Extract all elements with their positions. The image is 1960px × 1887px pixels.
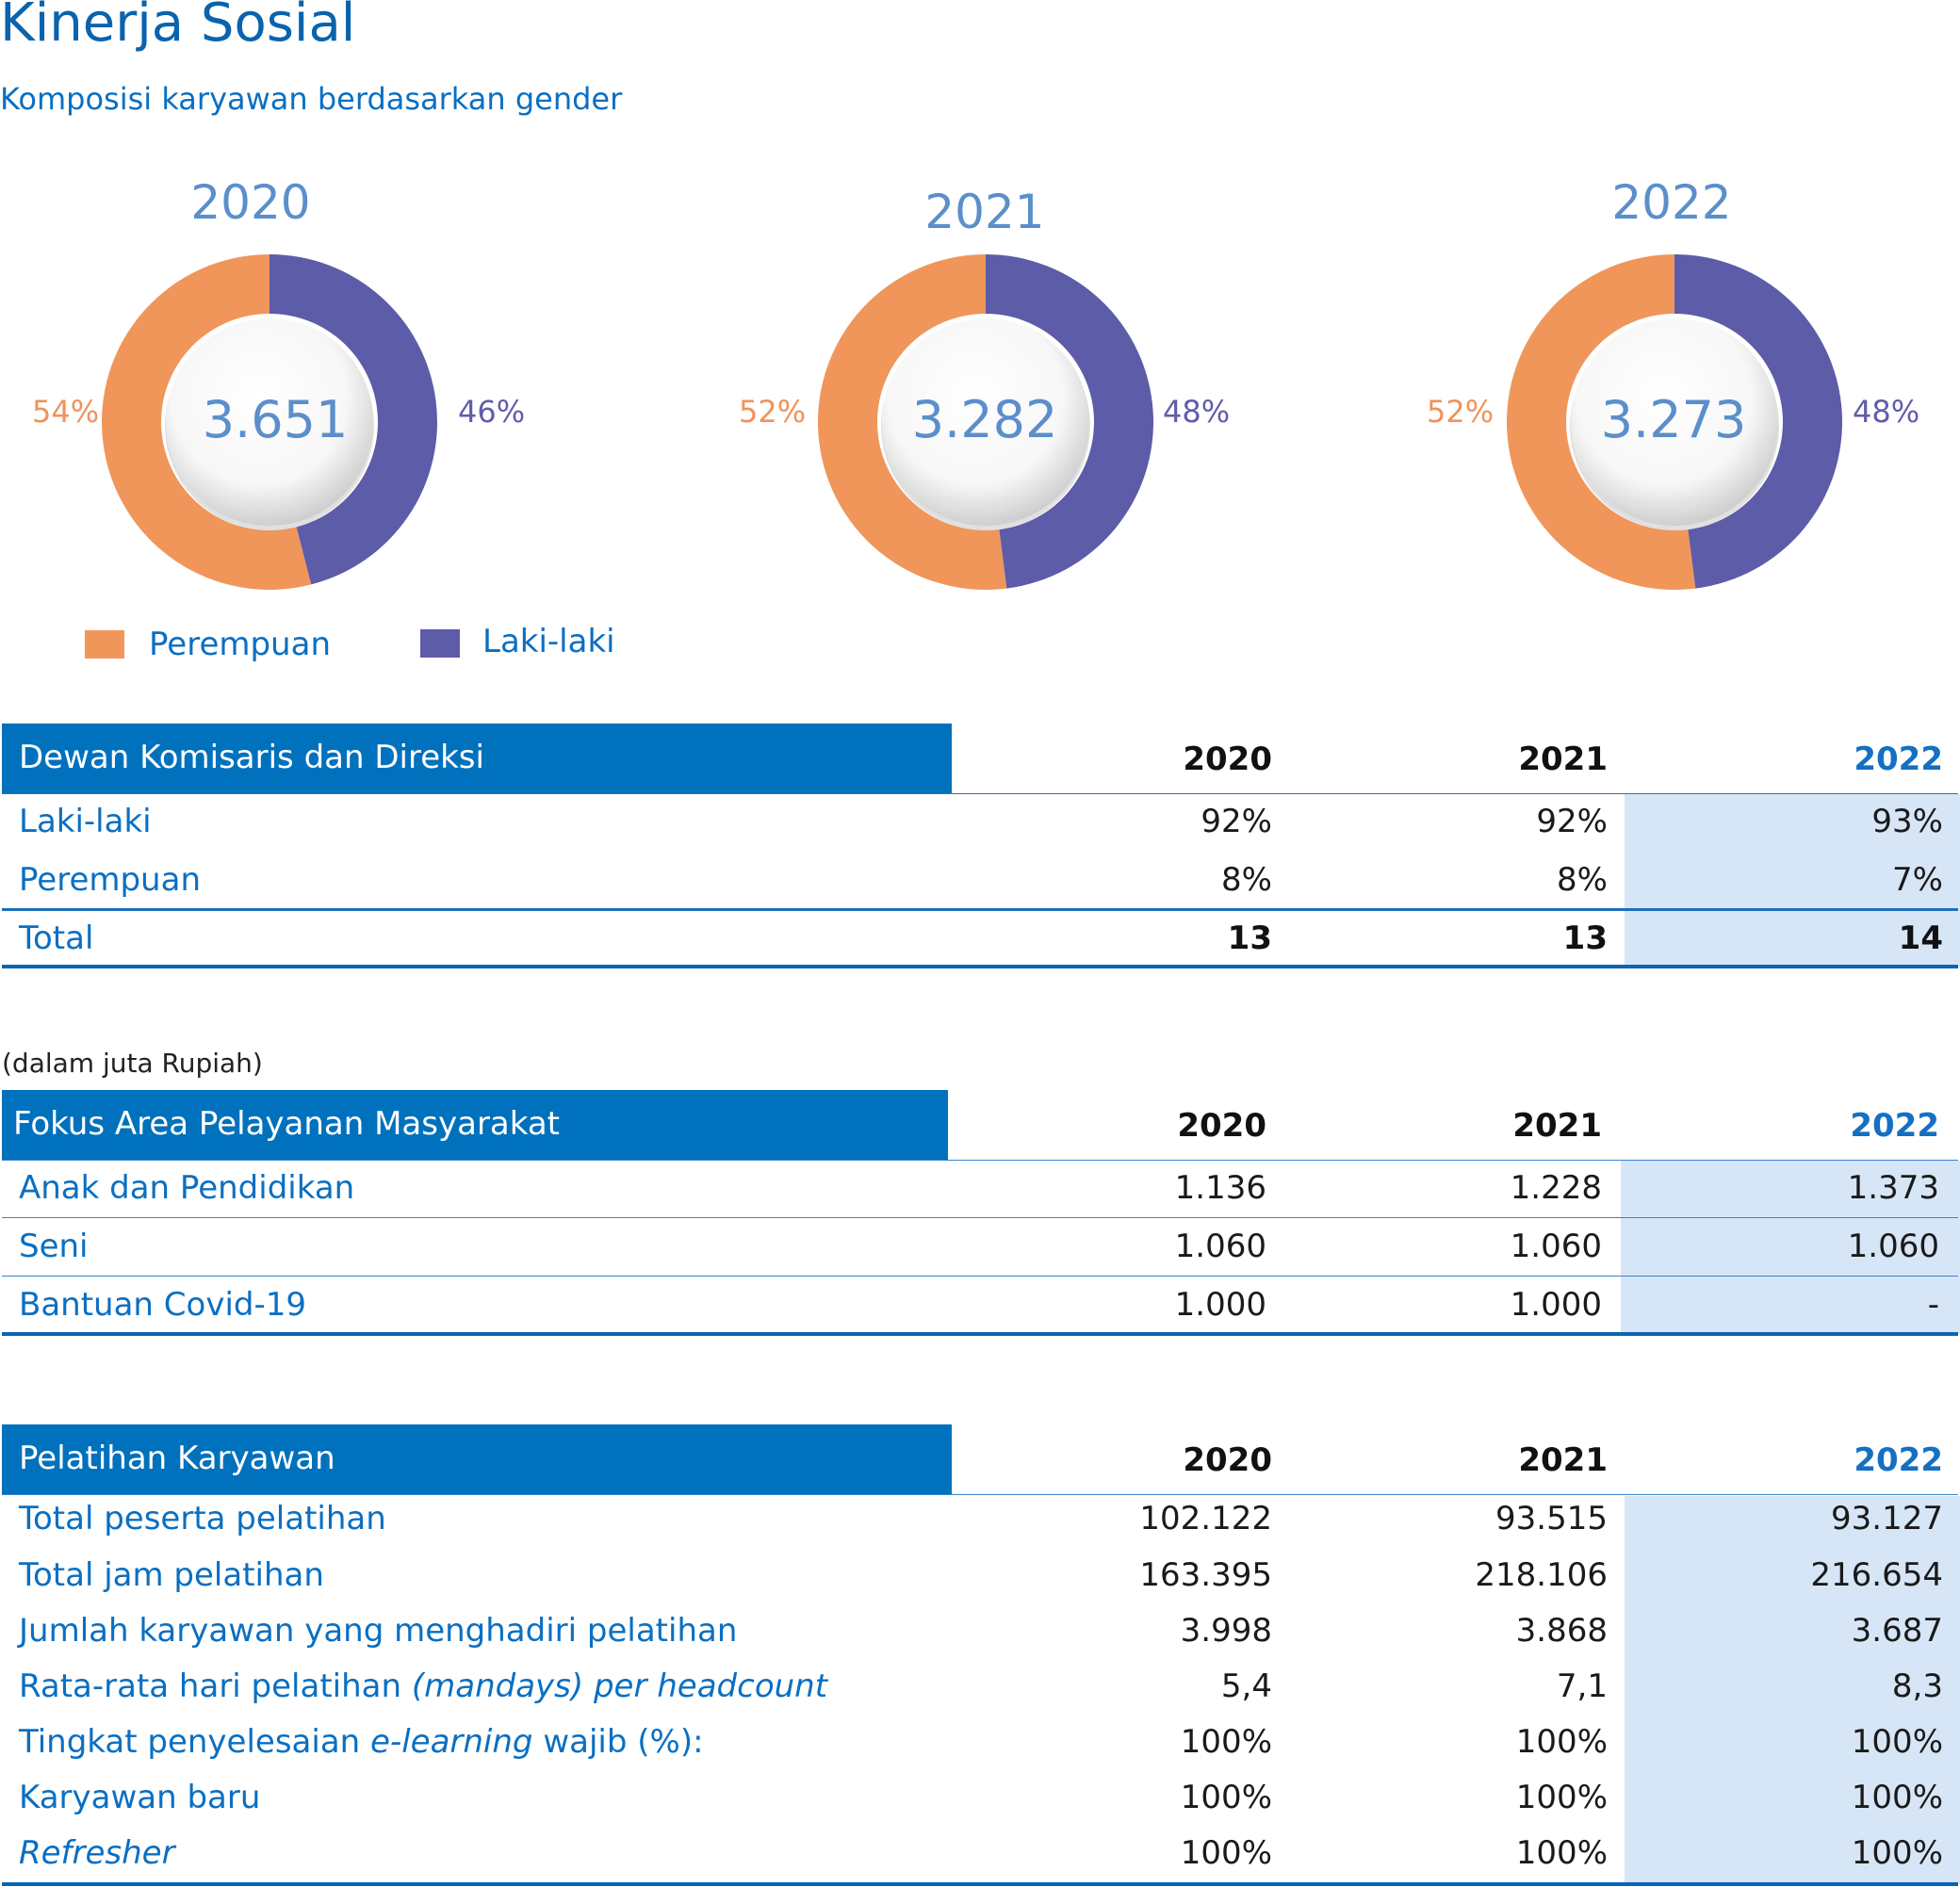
cell-2022: - xyxy=(1927,1286,1939,1324)
cell-2022: 100% xyxy=(1851,1723,1943,1761)
table-title: Pelatihan Karyawan xyxy=(19,1440,335,1477)
row-label: Total jam pelatihan xyxy=(19,1556,324,1594)
chart-year: 2022 xyxy=(1611,175,1732,230)
cell-2020: 13 xyxy=(1227,919,1272,957)
row-label: Tingkat penyelesaian e-learning wajib (%… xyxy=(19,1723,704,1761)
chart-year: 2021 xyxy=(924,185,1045,239)
cell-2021: 7,1 xyxy=(1556,1667,1608,1705)
total-employees-value: 3.651 xyxy=(202,390,349,449)
cell-2020: 163.395 xyxy=(1139,1556,1272,1594)
legend-label-female: Perempuan xyxy=(149,626,331,663)
legend-swatch-female xyxy=(85,630,124,659)
row-label: Seni xyxy=(19,1228,89,1265)
column-header-2022: 2022 xyxy=(1854,740,1943,778)
table-bottom-rule xyxy=(2,1332,1958,1336)
cell-2020: 100% xyxy=(1180,1779,1272,1816)
row-label: Jumlah karyawan yang menghadiri pelatiha… xyxy=(19,1612,738,1650)
row-label: Refresher xyxy=(19,1834,175,1872)
cell-2020: 1.000 xyxy=(1174,1286,1266,1324)
cell-2021: 1.060 xyxy=(1510,1228,1602,1265)
cell-2022: 216.654 xyxy=(1810,1556,1943,1594)
cell-2020: 102.122 xyxy=(1139,1500,1272,1537)
row-label: Karyawan baru xyxy=(19,1779,261,1816)
cell-2020: 5,4 xyxy=(1220,1667,1272,1705)
cell-2020: 92% xyxy=(1200,803,1272,840)
table-header: Dewan Komisaris dan Direksi 2020 2021 20… xyxy=(0,724,1960,793)
cell-2021: 92% xyxy=(1536,803,1608,840)
table-title: Dewan Komisaris dan Direksi xyxy=(19,739,484,776)
cell-2021: 100% xyxy=(1515,1834,1608,1872)
table-header: Pelatihan Karyawan 2020 2021 2022 xyxy=(0,1424,1960,1494)
total-employees-value: 3.282 xyxy=(911,390,1058,449)
cell-2020: 1.060 xyxy=(1174,1228,1266,1265)
male-percent-label: 46% xyxy=(458,394,526,430)
cell-2020: 100% xyxy=(1180,1723,1272,1761)
female-percent-label: 52% xyxy=(1427,394,1494,430)
cell-2021: 100% xyxy=(1515,1779,1608,1816)
row-label: Laki-laki xyxy=(19,803,152,840)
female-percent-label: 52% xyxy=(739,394,807,430)
cell-2022: 100% xyxy=(1851,1834,1943,1872)
column-header-2021: 2021 xyxy=(1518,1441,1608,1479)
cell-2022: 1.373 xyxy=(1847,1169,1939,1207)
divider xyxy=(2,908,1958,911)
cell-2021: 1.000 xyxy=(1510,1286,1602,1324)
row-label: Total xyxy=(19,919,94,957)
page-subtitle: Komposisi karyawan berdasarkan gender xyxy=(0,81,623,117)
chart-year: 2020 xyxy=(190,175,311,230)
row-label: Bantuan Covid-19 xyxy=(19,1286,307,1324)
cell-2020: 1.136 xyxy=(1174,1169,1266,1207)
divider xyxy=(2,1160,1958,1161)
cell-2021: 8% xyxy=(1557,861,1608,899)
row-label: Total peserta pelatihan xyxy=(19,1500,386,1537)
cell-2022: 14 xyxy=(1898,919,1943,957)
column-header-2020: 2020 xyxy=(1183,1441,1272,1479)
row-label: Anak dan Pendidikan xyxy=(19,1169,355,1207)
cell-2021: 1.228 xyxy=(1510,1169,1602,1207)
column-header-2020: 2020 xyxy=(1177,1107,1266,1145)
divider xyxy=(2,793,1958,794)
cell-2020: 3.998 xyxy=(1180,1612,1272,1650)
total-employees-value: 3.273 xyxy=(1600,390,1747,449)
column-header-2021: 2021 xyxy=(1512,1107,1602,1145)
currency-note: (dalam juta Rupiah) xyxy=(2,1048,263,1079)
divider xyxy=(2,1217,1958,1218)
cell-2020: 100% xyxy=(1180,1834,1272,1872)
row-label: Rata-rata hari pelatihan (mandays) per h… xyxy=(19,1667,828,1705)
male-percent-label: 48% xyxy=(1163,394,1231,430)
table-bottom-rule xyxy=(2,1882,1958,1886)
row-label: Perempuan xyxy=(19,861,201,899)
cell-2021: 3.868 xyxy=(1515,1612,1608,1650)
cell-2021: 218.106 xyxy=(1475,1556,1608,1594)
divider xyxy=(2,1276,1958,1277)
cell-2022: 100% xyxy=(1851,1779,1943,1816)
cell-2022: 8,3 xyxy=(1891,1667,1943,1705)
table-header: Fokus Area Pelayanan Masyarakat 2020 202… xyxy=(0,1090,1960,1160)
cell-2021: 100% xyxy=(1515,1723,1608,1761)
cell-2020: 8% xyxy=(1221,861,1272,899)
legend-label-male: Laki-laki xyxy=(482,623,615,660)
table-bottom-rule xyxy=(2,965,1958,968)
cell-2022: 93.127 xyxy=(1831,1500,1943,1537)
cell-2021: 93.515 xyxy=(1495,1500,1608,1537)
column-header-2022: 2022 xyxy=(1850,1107,1939,1145)
cell-2022: 7% xyxy=(1892,861,1943,899)
female-percent-label: 54% xyxy=(32,394,100,430)
cell-2022: 93% xyxy=(1871,803,1943,840)
legend-swatch-male xyxy=(420,629,460,658)
column-header-2021: 2021 xyxy=(1518,740,1608,778)
page-title: Kinerja Sosial xyxy=(0,0,356,54)
cell-2021: 13 xyxy=(1562,919,1608,957)
cell-2022: 1.060 xyxy=(1847,1228,1939,1265)
column-header-2020: 2020 xyxy=(1183,740,1272,778)
cell-2022: 3.687 xyxy=(1851,1612,1943,1650)
divider xyxy=(2,1494,1958,1495)
column-header-2022: 2022 xyxy=(1854,1441,1943,1479)
table-title: Fokus Area Pelayanan Masyarakat xyxy=(13,1105,561,1143)
male-percent-label: 48% xyxy=(1853,394,1920,430)
